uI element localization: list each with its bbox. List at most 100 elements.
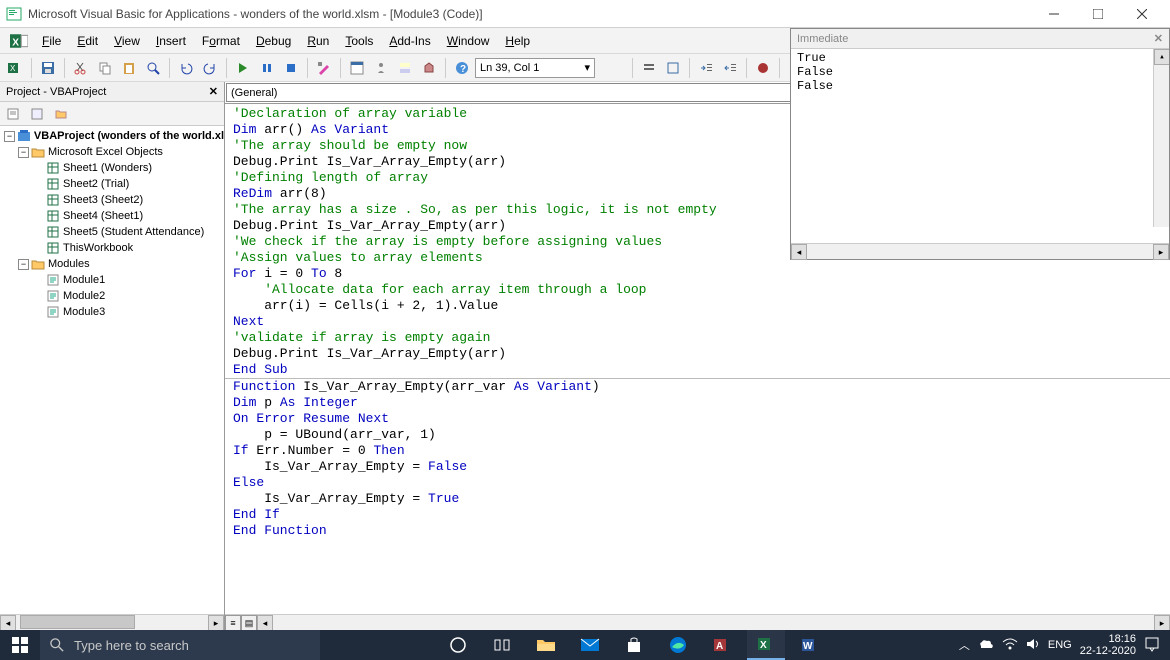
menu-tools[interactable]: Tools: [337, 30, 381, 52]
store-icon[interactable]: [615, 630, 653, 660]
menu-help[interactable]: Help: [497, 30, 538, 52]
code-line[interactable]: p = UBound(arr_var, 1): [233, 427, 1162, 443]
word-icon[interactable]: W: [791, 630, 829, 660]
menu-file[interactable]: File: [34, 30, 69, 52]
immediate-close[interactable]: ✕: [1154, 32, 1163, 45]
immediate-line[interactable]: False: [797, 79, 1163, 93]
project-hscroll[interactable]: ◂ ▸: [0, 614, 224, 630]
immediate-line[interactable]: True: [797, 51, 1163, 65]
tree-folder-excel-objects[interactable]: − Microsoft Excel Objects: [0, 144, 224, 160]
code-line[interactable]: Next: [233, 314, 1162, 330]
code-hscroll[interactable]: [273, 615, 1154, 630]
code-line[interactable]: Debug.Print Is_Var_Array_Empty(arr): [233, 346, 1162, 362]
save-icon[interactable]: [37, 57, 59, 79]
maximize-button[interactable]: [1076, 0, 1120, 28]
menu-view[interactable]: View: [106, 30, 148, 52]
edit-tb-icon-2[interactable]: [662, 57, 684, 79]
code-line[interactable]: End Function: [233, 523, 1162, 539]
menu-window[interactable]: Window: [439, 30, 498, 52]
tree-module-item[interactable]: Module2: [0, 288, 224, 304]
indent-icon[interactable]: [695, 57, 717, 79]
reset-icon[interactable]: [280, 57, 302, 79]
menu-debug[interactable]: Debug: [248, 30, 299, 52]
close-button[interactable]: [1120, 0, 1164, 28]
project-pane-close[interactable]: ✕: [209, 85, 218, 98]
project-explorer-icon[interactable]: [346, 57, 368, 79]
procedure-view-icon[interactable]: ≡: [225, 615, 241, 631]
code-line[interactable]: For i = 0 To 8: [233, 266, 1162, 282]
break-icon[interactable]: [256, 57, 278, 79]
design-mode-icon[interactable]: [313, 57, 335, 79]
cortana-icon[interactable]: [439, 630, 477, 660]
project-tree[interactable]: − VBAProject (wonders of the world.xl − …: [0, 126, 224, 614]
tree-module-item[interactable]: Module3: [0, 304, 224, 320]
view-object-icon[interactable]: [26, 103, 48, 125]
menu-run[interactable]: Run: [299, 30, 337, 52]
outdent-icon[interactable]: [719, 57, 741, 79]
tree-module-item[interactable]: Module1: [0, 272, 224, 288]
menu-edit[interactable]: Edit: [69, 30, 106, 52]
menu-insert[interactable]: Insert: [148, 30, 194, 52]
tree-sheet-item[interactable]: ThisWorkbook: [0, 240, 224, 256]
expander-icon[interactable]: −: [4, 131, 15, 142]
code-line[interactable]: Else: [233, 475, 1162, 491]
tree-sheet-item[interactable]: Sheet3 (Sheet2): [0, 192, 224, 208]
notifications-icon[interactable]: [1144, 636, 1160, 655]
tree-sheet-item[interactable]: Sheet5 (Student Attendance): [0, 224, 224, 240]
minimize-button[interactable]: [1032, 0, 1076, 28]
tree-folder-modules[interactable]: − Modules: [0, 256, 224, 272]
view-code-icon[interactable]: [2, 103, 24, 125]
edit-tb-icon-1[interactable]: [638, 57, 660, 79]
immediate-body[interactable]: TrueFalseFalse ▴: [791, 49, 1169, 243]
code-line[interactable]: End Sub: [233, 362, 1162, 378]
cut-icon[interactable]: [70, 57, 92, 79]
excel-icon[interactable]: X: [10, 32, 28, 50]
immediate-line[interactable]: False: [797, 65, 1163, 79]
code-line[interactable]: Dim p As Integer: [233, 395, 1162, 411]
view-excel-icon[interactable]: X: [4, 57, 26, 79]
scroll-right-icon[interactable]: ▸: [1154, 615, 1170, 631]
menu-format[interactable]: Format: [194, 30, 248, 52]
help-icon[interactable]: ?: [451, 57, 473, 79]
paste-icon[interactable]: [118, 57, 140, 79]
excel-taskbar-icon[interactable]: X: [747, 630, 785, 660]
expander-icon[interactable]: −: [18, 259, 29, 270]
code-line[interactable]: 'Allocate data for each array item throu…: [233, 282, 1162, 298]
scroll-left-icon[interactable]: ◂: [257, 615, 273, 631]
tree-sheet-item[interactable]: Sheet4 (Sheet1): [0, 208, 224, 224]
file-explorer-icon[interactable]: [527, 630, 565, 660]
language-indicator[interactable]: ENG: [1048, 639, 1072, 651]
expander-icon[interactable]: −: [18, 147, 29, 158]
run-icon[interactable]: [232, 57, 254, 79]
code-line[interactable]: If Err.Number = 0 Then: [233, 443, 1162, 459]
menu-addins[interactable]: Add-Ins: [381, 30, 438, 52]
task-view-icon[interactable]: [483, 630, 521, 660]
find-icon[interactable]: [142, 57, 164, 79]
start-button[interactable]: [0, 630, 40, 660]
code-line[interactable]: End If: [233, 507, 1162, 523]
code-line[interactable]: 'validate if array is empty again: [233, 330, 1162, 346]
clock[interactable]: 18:16 22-12-2020: [1080, 633, 1136, 657]
code-line[interactable]: Function Is_Var_Array_Empty(arr_var As V…: [233, 379, 1162, 395]
toolbox-icon[interactable]: [418, 57, 440, 79]
undo-icon[interactable]: [175, 57, 197, 79]
toggle-folders-icon[interactable]: [50, 103, 72, 125]
tree-root[interactable]: − VBAProject (wonders of the world.xl: [0, 128, 224, 144]
mail-icon[interactable]: [571, 630, 609, 660]
tray-chevron-icon[interactable]: ︿: [959, 637, 970, 653]
immediate-vscroll[interactable]: ▴: [1153, 49, 1169, 227]
redo-icon[interactable]: [199, 57, 221, 79]
onedrive-icon[interactable]: [978, 638, 994, 653]
copy-icon[interactable]: [94, 57, 116, 79]
edge-icon[interactable]: [659, 630, 697, 660]
tree-sheet-item[interactable]: Sheet1 (Wonders): [0, 160, 224, 176]
code-line[interactable]: Is_Var_Array_Empty = True: [233, 491, 1162, 507]
access-icon[interactable]: A: [703, 630, 741, 660]
full-module-view-icon[interactable]: ▤: [241, 615, 257, 631]
code-line[interactable]: Is_Var_Array_Empty = False: [233, 459, 1162, 475]
code-line[interactable]: On Error Resume Next: [233, 411, 1162, 427]
search-box[interactable]: Type here to search: [40, 630, 320, 660]
object-browser-icon[interactable]: [394, 57, 416, 79]
wifi-icon[interactable]: [1002, 638, 1018, 653]
volume-icon[interactable]: [1026, 637, 1040, 654]
